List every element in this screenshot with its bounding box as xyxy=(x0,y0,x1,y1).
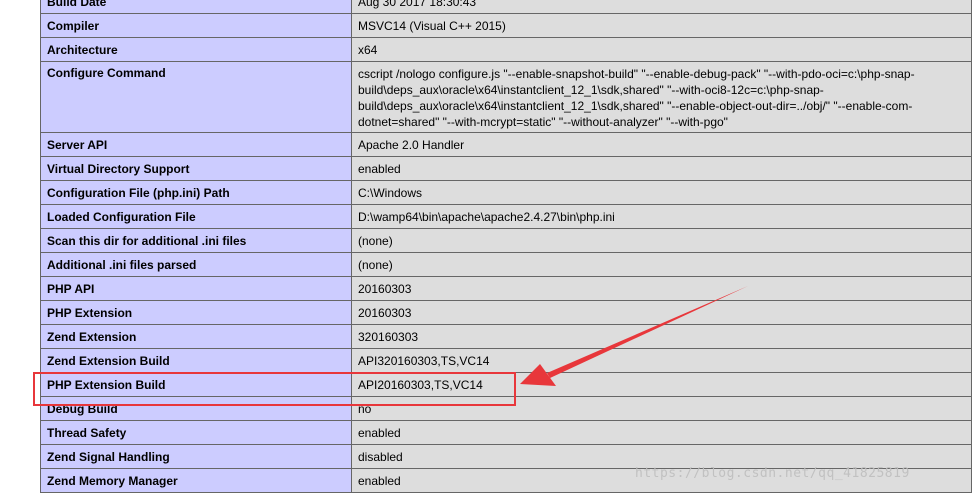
row-key: PHP API xyxy=(40,277,352,301)
row-configure-command: Configure Command cscript /nologo config… xyxy=(40,62,972,133)
row-value: cscript /nologo configure.js "--enable-s… xyxy=(352,62,972,133)
row-value: enabled xyxy=(352,421,972,445)
row-key: Zend Signal Handling xyxy=(40,445,352,469)
row-scan-dir: Scan this dir for additional .ini files … xyxy=(40,229,972,253)
row-key: Thread Safety xyxy=(40,421,352,445)
row-server-api: Server API Apache 2.0 Handler xyxy=(40,133,972,157)
row-value: (none) xyxy=(352,229,972,253)
row-value: x64 xyxy=(352,38,972,62)
row-key: Configure Command xyxy=(40,62,352,133)
row-php-extension: PHP Extension 20160303 xyxy=(40,301,972,325)
row-value: 20160303 xyxy=(352,301,972,325)
row-key: Architecture xyxy=(40,38,352,62)
row-virtual-directory-support: Virtual Directory Support enabled xyxy=(40,157,972,181)
row-key: PHP Extension xyxy=(40,301,352,325)
row-key: Server API xyxy=(40,133,352,157)
row-loaded-configuration-file: Loaded Configuration File D:\wamp64\bin\… xyxy=(40,205,972,229)
row-key: Zend Extension xyxy=(40,325,352,349)
row-thread-safety: Thread Safety enabled xyxy=(40,421,972,445)
row-key: Scan this dir for additional .ini files xyxy=(40,229,352,253)
row-value: MSVC14 (Visual C++ 2015) xyxy=(352,14,972,38)
row-key: Loaded Configuration File xyxy=(40,205,352,229)
row-key: Zend Extension Build xyxy=(40,349,352,373)
row-additional-ini-files: Additional .ini files parsed (none) xyxy=(40,253,972,277)
row-key: Virtual Directory Support xyxy=(40,157,352,181)
row-value: API320160303,TS,VC14 xyxy=(352,349,972,373)
row-compiler: Compiler MSVC14 (Visual C++ 2015) xyxy=(40,14,972,38)
row-value: (none) xyxy=(352,253,972,277)
row-php-api: PHP API 20160303 xyxy=(40,277,972,301)
row-value: D:\wamp64\bin\apache\apache2.4.27\bin\ph… xyxy=(352,205,972,229)
row-architecture: Architecture x64 xyxy=(40,38,972,62)
row-value: Aug 30 2017 18:30:43 xyxy=(352,0,972,14)
row-value: 320160303 xyxy=(352,325,972,349)
row-key: Configuration File (php.ini) Path xyxy=(40,181,352,205)
php-info-table: Build Date Aug 30 2017 18:30:43 Compiler… xyxy=(40,0,972,493)
row-value: 20160303 xyxy=(352,277,972,301)
row-value: enabled xyxy=(352,157,972,181)
row-key: Zend Memory Manager xyxy=(40,469,352,493)
row-key: Compiler xyxy=(40,14,352,38)
row-key: Build Date xyxy=(40,0,352,14)
row-value: Apache 2.0 Handler xyxy=(352,133,972,157)
watermark: https://blog.csdn.net/qq_41825819 xyxy=(635,466,910,481)
highlight-box xyxy=(33,372,516,406)
row-configuration-file-path: Configuration File (php.ini) Path C:\Win… xyxy=(40,181,972,205)
row-key: Additional .ini files parsed xyxy=(40,253,352,277)
row-value: C:\Windows xyxy=(352,181,972,205)
row-zend-extension-build: Zend Extension Build API320160303,TS,VC1… xyxy=(40,349,972,373)
row-build-date: Build Date Aug 30 2017 18:30:43 xyxy=(40,0,972,14)
row-zend-extension: Zend Extension 320160303 xyxy=(40,325,972,349)
